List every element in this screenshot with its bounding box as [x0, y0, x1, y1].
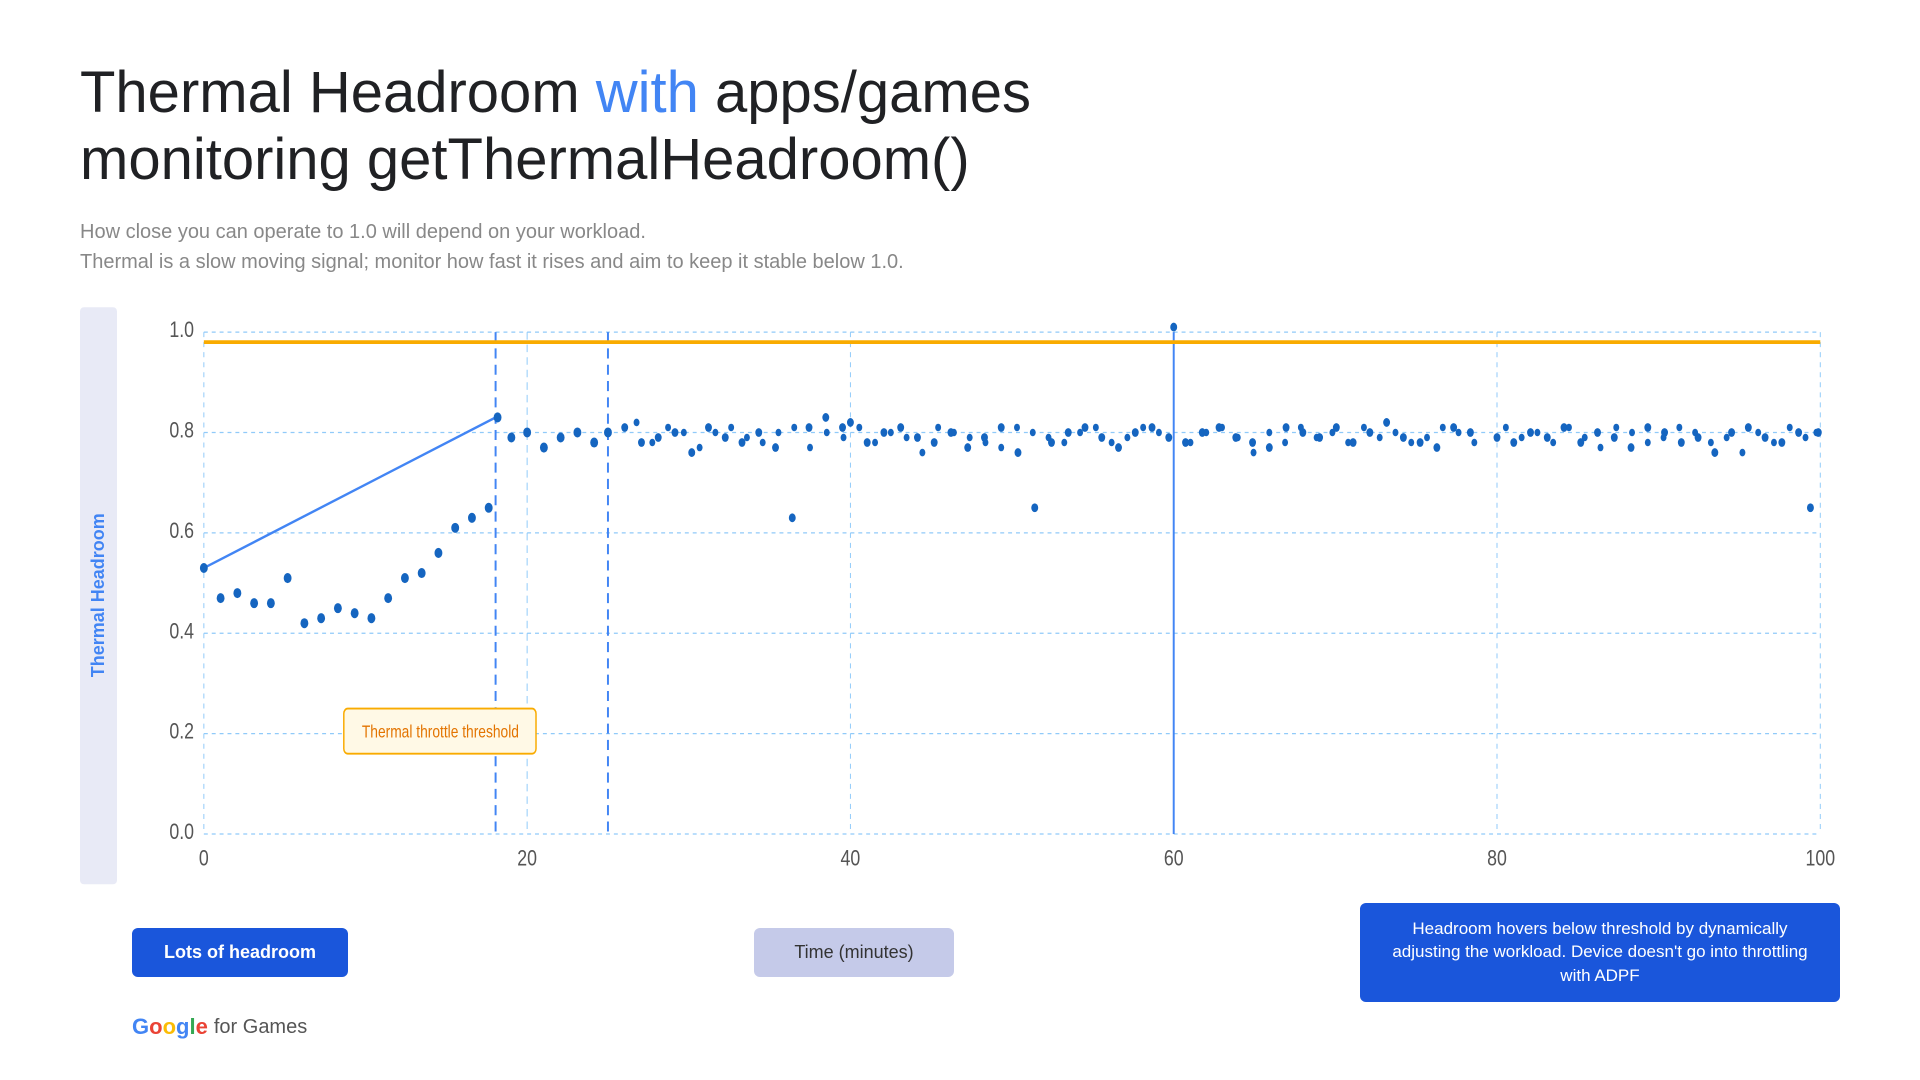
- title-highlight: with: [596, 60, 699, 125]
- page-title: Thermal Headroom with apps/games monitor…: [80, 60, 1840, 193]
- subtitle: How close you can operate to 1.0 will de…: [80, 217, 1840, 277]
- svg-text:0.0: 0.0: [169, 821, 194, 845]
- title-line2: monitoring getThermalHeadroom(): [80, 127, 970, 192]
- svg-text:0.2: 0.2: [169, 720, 194, 744]
- svg-text:80: 80: [1487, 847, 1507, 871]
- title-part1: Thermal Headroom: [80, 60, 596, 125]
- svg-text:Thermal throttle threshold: Thermal throttle threshold: [362, 723, 519, 742]
- y-axis-label: Thermal Headroom: [80, 307, 117, 884]
- time-minutes-button[interactable]: Time (minutes): [754, 928, 953, 977]
- for-games-text: for Games: [214, 1016, 307, 1039]
- svg-text:0.8: 0.8: [169, 419, 194, 443]
- subtitle-line1: How close you can operate to 1.0 will de…: [80, 217, 1840, 247]
- bottom-bar: Lots of headroom Time (minutes) Headroom…: [80, 903, 1840, 1002]
- svg-text:0.6: 0.6: [169, 519, 194, 543]
- subtitle-line2: Thermal is a slow moving signal; monitor…: [80, 247, 1840, 277]
- svg-text:20: 20: [517, 847, 537, 871]
- svg-text:1.0: 1.0: [169, 319, 194, 343]
- chart-wrapper: Thermal throttle threshold: [125, 307, 1840, 884]
- svg-text:0: 0: [199, 847, 209, 871]
- lots-of-headroom-button[interactable]: Lots of headroom: [132, 928, 348, 977]
- main-container: Thermal Headroom with apps/games monitor…: [0, 0, 1920, 1080]
- svg-text:100: 100: [1805, 847, 1835, 871]
- google-logo: Google for Games: [80, 1014, 1840, 1040]
- svg-text:40: 40: [841, 847, 861, 871]
- svg-text:60: 60: [1164, 847, 1184, 871]
- google-wordmark: Google: [132, 1014, 208, 1040]
- chart-svg: Thermal throttle threshold: [125, 307, 1840, 884]
- title-part2: apps/games: [699, 60, 1031, 125]
- chart-area: Thermal Headroom: [80, 307, 1840, 884]
- headroom-desc-button[interactable]: Headroom hovers below threshold by dynam…: [1360, 903, 1840, 1002]
- svg-text:0.4: 0.4: [169, 620, 194, 644]
